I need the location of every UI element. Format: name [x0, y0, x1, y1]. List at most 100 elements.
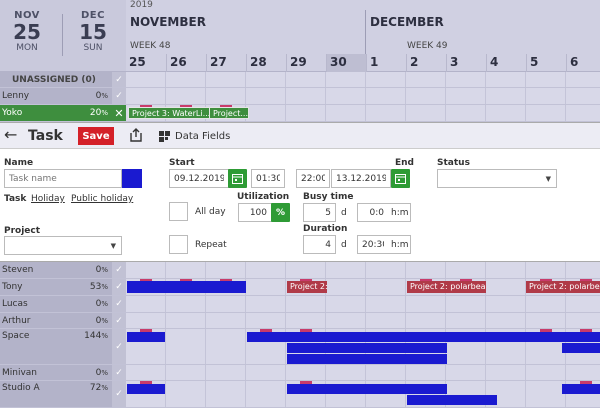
- start-time-input[interactable]: [251, 169, 285, 188]
- day-column-header[interactable]: 4: [486, 54, 526, 72]
- task-bar[interactable]: [562, 343, 600, 353]
- duration-days-unit: d: [341, 240, 347, 250]
- utilization-percent: 0%: [96, 316, 108, 326]
- end-date-input[interactable]: [331, 169, 391, 188]
- end-calendar-button[interactable]: [391, 169, 410, 188]
- utilization-percent: 0%: [96, 368, 108, 378]
- range-start-date[interactable]: NOV 25 MON: [0, 10, 54, 53]
- day-column-header[interactable]: 25: [126, 54, 166, 72]
- project-label: Project: [4, 226, 41, 236]
- resource-name-cell: Steven 0%: [0, 262, 112, 278]
- calendar-icon: [232, 174, 243, 184]
- resource-row-lucas[interactable]: Lucas 0% ✓: [0, 296, 600, 313]
- close-icon[interactable]: ✕: [112, 105, 126, 121]
- resource-row-yoko[interactable]: Yoko 20% ✕ Project 3: WaterLi... Project…: [0, 105, 600, 122]
- task-bar[interactable]: [407, 395, 497, 405]
- start-date-input[interactable]: [169, 169, 229, 188]
- resource-name-cell: Minivan 0%: [0, 365, 112, 380]
- timeline-lane[interactable]: [126, 296, 600, 312]
- task-bar[interactable]: [127, 281, 246, 293]
- timeline-lane[interactable]: Project 2: ... Project 2: polarbea... Pr…: [126, 279, 600, 295]
- timeline-lane[interactable]: [126, 262, 600, 278]
- resource-row-minivan[interactable]: Minivan 0% ✓: [0, 365, 600, 381]
- resource-row-space[interactable]: Space 144% ✓: [0, 329, 600, 365]
- busy-time-label: Busy time: [303, 192, 354, 202]
- utilization-input[interactable]: [238, 203, 272, 222]
- export-icon[interactable]: [129, 128, 143, 142]
- resource-name-cell: Yoko 20%: [0, 105, 112, 121]
- save-button[interactable]: Save: [78, 127, 114, 145]
- status-label: Status: [437, 158, 470, 168]
- date-separator: [62, 14, 63, 56]
- busy-days-input[interactable]: [303, 203, 336, 222]
- day-column-header[interactable]: 5: [526, 54, 566, 72]
- timeline-lane[interactable]: [126, 329, 600, 364]
- task-bar[interactable]: [562, 384, 600, 394]
- timeline-lane[interactable]: [126, 88, 600, 104]
- timeline-lane[interactable]: Project 3: WaterLi... Project...: [126, 105, 600, 121]
- resource-row-lenny[interactable]: Lenny 0% ✓: [0, 88, 600, 105]
- resource-name: Minivan: [2, 367, 38, 378]
- task-bar[interactable]: Project...: [209, 107, 249, 119]
- utilization-value: 72: [89, 383, 102, 393]
- task-bar[interactable]: [287, 384, 447, 394]
- busy-days-unit: d: [341, 208, 347, 218]
- all-day-checkbox[interactable]: [169, 202, 188, 221]
- day-column-header[interactable]: 1: [366, 54, 406, 72]
- timeline-lane[interactable]: [126, 313, 600, 328]
- task-bar[interactable]: [127, 384, 165, 394]
- task-bar[interactable]: [247, 332, 600, 342]
- timeline-lane[interactable]: [126, 72, 600, 87]
- task-bar[interactable]: Project 2: ...: [287, 281, 327, 293]
- range-end-date[interactable]: DEC 15 SUN: [66, 10, 120, 53]
- resource-row-steven[interactable]: Steven 0% ✓: [0, 262, 600, 279]
- utilization-unit: %: [101, 384, 108, 392]
- timeline-lane[interactable]: [126, 365, 600, 380]
- timeline-lane[interactable]: [126, 381, 600, 407]
- task-bar[interactable]: Project 3: WaterLi...: [128, 107, 210, 119]
- back-arrow-icon[interactable]: ←: [4, 127, 17, 143]
- start-calendar-button[interactable]: [228, 169, 247, 188]
- utilization-unit-badge: %: [271, 203, 290, 222]
- project-select[interactable]: ▼: [4, 236, 122, 255]
- end-label: End: [395, 158, 414, 168]
- task-bar[interactable]: Project 2: polarbea...: [526, 281, 600, 293]
- checkmark-icon: ✓: [112, 262, 126, 278]
- task-bar[interactable]: [127, 332, 165, 342]
- resource-row-arthur[interactable]: Arthur 0% ✓: [0, 313, 600, 329]
- data-fields-button[interactable]: Data Fields: [155, 126, 234, 146]
- day-column-header[interactable]: 6: [566, 54, 600, 72]
- utilization-percent: 20%: [90, 108, 108, 118]
- name-label: Name: [4, 158, 34, 168]
- resource-row-studio-a[interactable]: Studio A 72% ✓: [0, 381, 600, 408]
- resource-name-cell: Space 144%: [0, 329, 112, 364]
- utilization-percent: 0%: [96, 299, 108, 309]
- day-column-header[interactable]: 29: [286, 54, 326, 72]
- editor-toolbar: ← Task Save Data Fields: [0, 123, 600, 149]
- resource-name: Yoko: [2, 108, 23, 118]
- type-task-tab[interactable]: Task: [4, 194, 26, 204]
- resource-name-cell: Tony 53%: [0, 279, 112, 295]
- task-name-input[interactable]: [4, 169, 122, 188]
- unassigned-group-row[interactable]: UNASSIGNED (0) ✓: [0, 72, 600, 88]
- task-bar[interactable]: [287, 354, 447, 364]
- day-column-header[interactable]: 2: [406, 54, 446, 72]
- end-time-input[interactable]: [296, 169, 330, 188]
- type-public-holiday-link[interactable]: Public holiday: [71, 194, 133, 204]
- duration-days-input[interactable]: [303, 235, 336, 254]
- status-select[interactable]: ▼: [437, 169, 557, 188]
- month-label-november: NOVEMBER: [130, 15, 206, 29]
- day-column-header[interactable]: 27: [206, 54, 246, 72]
- task-bar[interactable]: Project 2: polarbea...: [407, 281, 486, 293]
- range-end-weekday: SUN: [83, 43, 103, 53]
- day-column-header[interactable]: 3: [446, 54, 486, 72]
- type-holiday-link[interactable]: Holiday: [31, 194, 65, 204]
- task-bar[interactable]: [287, 343, 447, 353]
- task-color-swatch[interactable]: [122, 169, 142, 188]
- resource-row-tony[interactable]: Tony 53% ✓ Project 2: ... Project 2: pol…: [0, 279, 600, 296]
- day-column-header[interactable]: 30: [326, 54, 366, 72]
- day-column-header[interactable]: 26: [166, 54, 206, 72]
- repeat-checkbox[interactable]: [169, 235, 188, 254]
- day-column-header[interactable]: 28: [246, 54, 286, 72]
- unassigned-label: UNASSIGNED (0): [0, 72, 112, 87]
